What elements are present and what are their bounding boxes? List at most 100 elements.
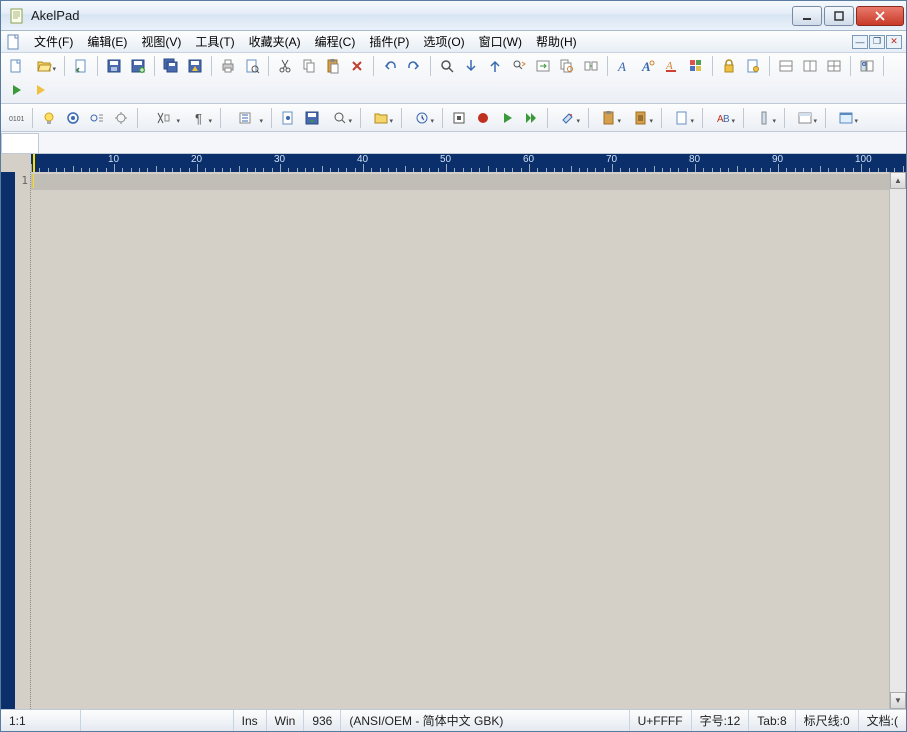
status-unicode[interactable]: U+FFFF	[630, 710, 692, 731]
clipboard-list-button[interactable]	[626, 107, 656, 129]
split-h-button[interactable]	[775, 55, 797, 77]
menu-window[interactable]: 窗口(W)	[472, 31, 529, 52]
folder-button[interactable]	[366, 107, 396, 129]
menu-view[interactable]: 视图(V)	[134, 31, 188, 52]
reopen-button[interactable]	[70, 55, 92, 77]
play-fast-button[interactable]	[520, 107, 542, 129]
tab-strip	[1, 132, 906, 154]
open-file-button[interactable]	[29, 55, 59, 77]
delete-button[interactable]	[346, 55, 368, 77]
split-v-button[interactable]	[799, 55, 821, 77]
record-button[interactable]	[472, 107, 494, 129]
minimize-button[interactable]	[792, 6, 822, 26]
find-replace-files-button[interactable]	[580, 55, 602, 77]
stop-button[interactable]	[448, 107, 470, 129]
window-button[interactable]	[831, 107, 861, 129]
scroll-down-button[interactable]: ▼	[890, 692, 906, 709]
highlight-button[interactable]: AB	[708, 107, 738, 129]
find-button[interactable]	[436, 55, 458, 77]
status-newline[interactable]: Win	[267, 710, 305, 731]
status-insert-mode[interactable]: Ins	[234, 710, 267, 731]
mdi-minimize-button[interactable]: —	[852, 35, 868, 49]
scroll-up-button[interactable]: ▲	[890, 172, 906, 189]
separator	[64, 56, 65, 76]
split-4-button[interactable]	[823, 55, 845, 77]
save-session-button[interactable]	[184, 55, 206, 77]
status-fontsize[interactable]: 字号:12	[692, 710, 750, 731]
find-next-button[interactable]	[460, 55, 482, 77]
menu-file[interactable]: 文件(F)	[27, 31, 80, 52]
gear-cycle-button[interactable]	[62, 107, 84, 129]
separator	[825, 108, 826, 128]
save-button[interactable]	[103, 55, 125, 77]
vertical-scrollbar[interactable]: ▲ ▼	[889, 172, 906, 709]
copy-button[interactable]	[298, 55, 320, 77]
panel-button[interactable]	[790, 107, 820, 129]
play-macro-button[interactable]	[496, 107, 518, 129]
find-prev-button[interactable]	[484, 55, 506, 77]
doc-actions-button[interactable]	[667, 107, 697, 129]
explorer-button[interactable]	[856, 55, 878, 77]
redo-button[interactable]	[403, 55, 425, 77]
mdi-restore-button[interactable]: ❐	[869, 35, 885, 49]
titlebar[interactable]: AkelPad	[1, 1, 906, 31]
text-editor[interactable]	[31, 172, 889, 709]
goto-button[interactable]	[532, 55, 554, 77]
status-spacer	[81, 710, 234, 731]
menu-options[interactable]: 选项(O)	[416, 31, 471, 52]
run-alt-button[interactable]	[29, 79, 51, 101]
menu-favorites[interactable]: 收藏夹(A)	[242, 31, 308, 52]
menu-help[interactable]: 帮助(H)	[529, 31, 584, 52]
close-button[interactable]	[856, 6, 904, 26]
colors-button[interactable]	[685, 55, 707, 77]
paste-button[interactable]	[322, 55, 344, 77]
wrap-mode-button[interactable]	[143, 107, 183, 129]
paint-button[interactable]	[553, 107, 583, 129]
cut-button[interactable]	[274, 55, 296, 77]
scroll-track[interactable]	[890, 189, 906, 692]
menu-plugins[interactable]: 插件(P)	[362, 31, 416, 52]
save-all-button[interactable]	[160, 55, 182, 77]
menu-edit[interactable]: 编辑(E)	[80, 31, 134, 52]
separator	[702, 108, 703, 128]
status-encoding[interactable]: (ANSI/OEM - 简体中文 GBK)	[341, 710, 629, 731]
save-as-button[interactable]	[127, 55, 149, 77]
new-file-button[interactable]	[5, 55, 27, 77]
print-preview-button[interactable]	[241, 55, 263, 77]
gear-list-button[interactable]	[86, 107, 108, 129]
clipboard-button[interactable]	[594, 107, 624, 129]
maximize-button[interactable]	[824, 6, 854, 26]
run-button[interactable]	[5, 79, 27, 101]
document-tab[interactable]	[1, 133, 39, 153]
find-files-button[interactable]	[556, 55, 578, 77]
lock-button[interactable]	[718, 55, 740, 77]
menu-programming[interactable]: 编程(C)	[308, 31, 363, 52]
menubar: 文件(F) 编辑(E) 视图(V) 工具(T) 收藏夹(A) 编程(C) 插件(…	[1, 31, 906, 53]
status-tab[interactable]: Tab:8	[749, 710, 795, 731]
bulb-button[interactable]	[38, 107, 60, 129]
font-bold-button[interactable]: A	[637, 55, 659, 77]
status-codepage[interactable]: 936	[304, 710, 341, 731]
replace-button[interactable]	[508, 55, 530, 77]
ruler[interactable]: 102030405060708090100	[31, 154, 906, 172]
list-mode-button[interactable]	[226, 107, 266, 129]
status-doc[interactable]: 文档:(	[859, 710, 906, 731]
status-position[interactable]: 1:1	[1, 710, 81, 731]
pilcrow-button[interactable]: ¶	[185, 107, 215, 129]
font-color-button[interactable]: A	[661, 55, 683, 77]
status-ruler[interactable]: 标尺线:0	[796, 710, 859, 731]
hex-button[interactable]: 0101	[5, 107, 27, 129]
font-button[interactable]: A	[613, 55, 635, 77]
doc-info-button[interactable]	[277, 107, 299, 129]
mdi-close-button[interactable]: ✕	[886, 35, 902, 49]
statusbar: 1:1 Ins Win 936 (ANSI/OEM - 简体中文 GBK) U+…	[1, 709, 906, 731]
menu-tools[interactable]: 工具(T)	[188, 31, 241, 52]
save-doc-button[interactable]	[301, 107, 323, 129]
zoom-button[interactable]	[325, 107, 355, 129]
attributes-button[interactable]	[742, 55, 764, 77]
undo-button[interactable]	[379, 55, 401, 77]
history-button[interactable]	[407, 107, 437, 129]
gear-config-button[interactable]	[110, 107, 132, 129]
print-button[interactable]	[217, 55, 239, 77]
vertical-button[interactable]	[749, 107, 779, 129]
